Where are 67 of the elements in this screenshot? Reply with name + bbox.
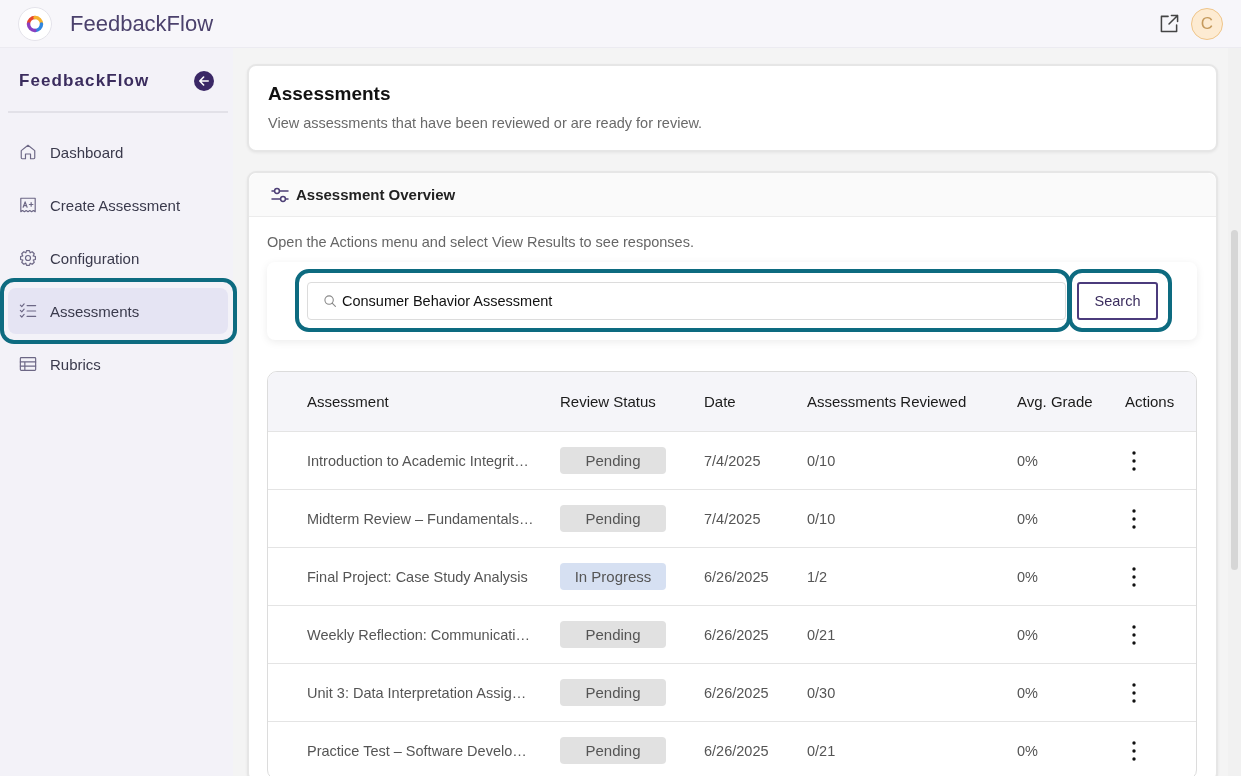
hint-text: Open the Actions menu and select View Results to see responses. xyxy=(267,233,695,251)
column-header: Assessment xyxy=(307,393,389,410)
kebab-menu-icon[interactable] xyxy=(1132,566,1136,587)
status-badge: Pending xyxy=(560,447,666,474)
page-subtitle: View assessments that have been reviewed or are ready for review. xyxy=(268,114,704,132)
kebab-menu-icon[interactable] xyxy=(1132,740,1136,761)
kebab-menu-icon[interactable] xyxy=(1132,450,1136,471)
column-header: Avg. Grade xyxy=(1017,393,1093,410)
sidebar-item[interactable]: Configuration xyxy=(8,235,228,281)
section-title: Assessment Overview xyxy=(296,186,456,203)
home-icon xyxy=(19,143,37,161)
sidebar-item[interactable]: Rubrics xyxy=(8,341,228,387)
column-header: Assessments Reviewed xyxy=(807,393,967,410)
logo-icon xyxy=(18,6,52,41)
app-title: FeedbackFlow xyxy=(70,10,214,37)
kebab-menu-icon[interactable] xyxy=(1132,682,1136,703)
table-cell: 6/26/2025 xyxy=(704,626,769,643)
table-cell: Unit 3: Data Interpretation Assig… xyxy=(307,684,527,701)
table-icon xyxy=(19,355,37,373)
table-cell: 0% xyxy=(1017,510,1038,527)
status-badge: Pending xyxy=(560,737,666,764)
table-cell: 0/10 xyxy=(807,510,836,527)
sliders-icon xyxy=(271,186,289,203)
checklist-icon xyxy=(19,302,37,320)
table-cell: 0/10 xyxy=(807,452,836,469)
column-header: Actions xyxy=(1125,393,1175,410)
table-cell: 0/21 xyxy=(807,742,836,759)
table-cell: 1/2 xyxy=(807,568,828,585)
search-button[interactable]: Search xyxy=(1077,282,1158,320)
sidebar-title: FeedbackFlow xyxy=(19,71,150,91)
sidebar-item[interactable]: Dashboard xyxy=(8,129,228,175)
table-cell: 7/4/2025 xyxy=(704,452,761,469)
kebab-menu-icon[interactable] xyxy=(1132,508,1136,529)
table-cell: 0/21 xyxy=(807,626,836,643)
table-cell: Midterm Review – Fundamentals… xyxy=(307,510,534,527)
external-link-icon[interactable] xyxy=(1160,14,1179,33)
kebab-menu-icon[interactable] xyxy=(1132,624,1136,645)
status-badge: Pending xyxy=(560,505,666,532)
table-cell: 6/26/2025 xyxy=(704,684,769,701)
search-icon xyxy=(324,295,336,307)
collapse-sidebar-button[interactable] xyxy=(194,71,214,91)
sidebar-item[interactable]: Create Assessment xyxy=(8,182,228,228)
status-badge: In Progress xyxy=(560,563,666,590)
table-cell: Introduction to Academic Integrit… xyxy=(307,452,529,469)
table-cell: 6/26/2025 xyxy=(704,742,769,759)
table-cell: 7/4/2025 xyxy=(704,510,761,527)
column-header: Date xyxy=(704,393,736,410)
column-header: Review Status xyxy=(560,393,656,410)
table-cell: Weekly Reflection: Communicati… xyxy=(307,626,530,643)
table-cell: 0% xyxy=(1017,568,1038,585)
gear-icon xyxy=(19,249,37,267)
table-cell: 0% xyxy=(1017,626,1038,643)
status-badge: Pending xyxy=(560,679,666,706)
sidebar-item[interactable]: Assessments xyxy=(8,288,228,334)
table-cell: Final Project: Case Study Analysis xyxy=(307,568,528,585)
table-cell: 6/26/2025 xyxy=(704,568,769,585)
table-cell: 0% xyxy=(1017,684,1038,701)
page-title: Assessments xyxy=(268,82,392,105)
grade-sheet-icon xyxy=(19,196,37,214)
status-badge: Pending xyxy=(560,621,666,648)
table-cell: 0% xyxy=(1017,452,1038,469)
search-field[interactable]: Consumer Behavior Assessment xyxy=(307,282,1066,320)
scrollbar-thumb[interactable] xyxy=(1231,230,1238,570)
arrow-left-icon xyxy=(199,76,209,86)
table-cell: Practice Test – Software Develo… xyxy=(307,742,527,759)
table-cell: 0/30 xyxy=(807,684,836,701)
table-cell: 0% xyxy=(1017,742,1038,759)
